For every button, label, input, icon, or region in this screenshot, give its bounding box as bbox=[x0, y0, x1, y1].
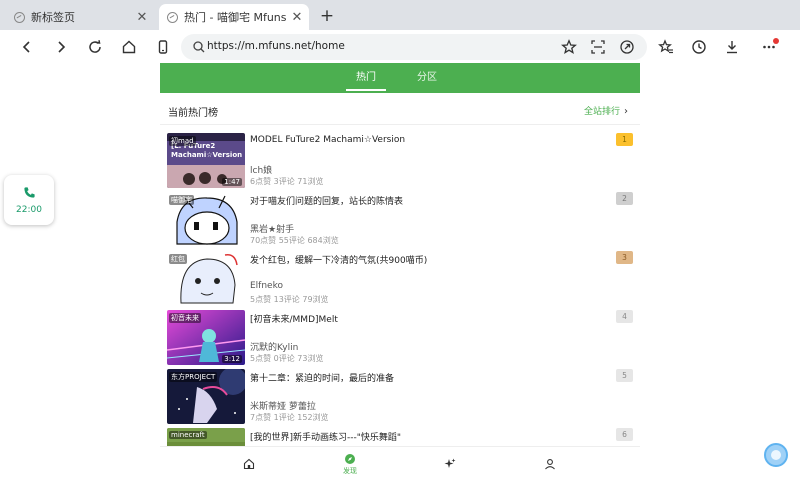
tab-zones[interactable]: 分区 bbox=[407, 63, 447, 93]
nav-home[interactable] bbox=[219, 447, 279, 480]
favorites-icon bbox=[658, 39, 673, 54]
thumbnail-tag: 初mad bbox=[169, 136, 196, 146]
tab-hot[interactable]: 热门 bbox=[346, 63, 386, 93]
thumbnail-tag: 喵御宅 bbox=[169, 195, 194, 205]
favorites-button[interactable] bbox=[655, 36, 677, 58]
sparkle-icon bbox=[444, 458, 456, 468]
video-author[interactable]: lch娘 bbox=[250, 163, 272, 176]
notification-dot bbox=[773, 38, 779, 44]
video-author[interactable]: 沉默的Kylin bbox=[250, 340, 298, 353]
mfuns-page: 热门 分区 当前热门榜 全站排行 › [L. FuTure2 Machami☆Ve… bbox=[160, 63, 640, 480]
nav-discover[interactable]: 发现 bbox=[320, 447, 380, 480]
site-ranking-label: 全站排行 bbox=[583, 107, 620, 117]
discover-icon bbox=[345, 453, 355, 464]
close-icon[interactable]: ✕ bbox=[134, 10, 150, 25]
video-row[interactable]: 红包 发个红包，缓解一下冷清的气氛(共900喵币) Elfneko 5点赞 13… bbox=[160, 251, 640, 306]
chevron-right-icon: › bbox=[624, 106, 628, 117]
new-tab-button[interactable]: + bbox=[318, 6, 336, 26]
history-button[interactable] bbox=[688, 36, 710, 58]
video-title[interactable]: [初音未来/MMD]Melt bbox=[250, 312, 600, 325]
video-title[interactable]: MODEL FuTure2 Machami☆Version bbox=[250, 135, 600, 145]
tab-favicon-icon bbox=[167, 11, 178, 23]
browser-toolbar: https://m.mfuns.net/home bbox=[0, 30, 800, 63]
video-duration: 1:47 bbox=[222, 178, 242, 186]
video-title[interactable]: 发个红包，缓解一下冷清的气氛(共900喵币) bbox=[250, 253, 600, 266]
rank-badge: 4 bbox=[616, 310, 633, 323]
phone-icon bbox=[158, 40, 168, 54]
video-stats: 70点赞 55评论 684浏览 bbox=[250, 236, 339, 245]
arrow-left-icon bbox=[22, 41, 30, 53]
close-icon[interactable]: ✕ bbox=[289, 10, 305, 25]
floating-assistant-ball[interactable] bbox=[764, 443, 788, 467]
thumbnail-tag: 东方PROJECT bbox=[169, 372, 218, 382]
floating-call-widget[interactable]: 22:00 bbox=[4, 175, 54, 225]
ranking-title: 当前热门榜 bbox=[168, 108, 218, 119]
call-time: 22:00 bbox=[16, 204, 42, 215]
browser-tab-newtab[interactable]: 新标签页 ✕ bbox=[6, 4, 154, 30]
tab-title: 新标签页 bbox=[31, 11, 75, 24]
address-bar[interactable]: https://m.mfuns.net/home bbox=[181, 34, 647, 60]
video-stats: 7点赞 1评论 152浏览 bbox=[250, 413, 329, 422]
tab-title: 热门 - 喵御宅 Mfuns bbox=[184, 11, 287, 24]
home-button[interactable] bbox=[118, 36, 140, 58]
video-row[interactable]: [L. FuTure2 Machami☆Version 初mad 1:47 MO… bbox=[160, 133, 640, 188]
video-title[interactable]: [我的世界]新手动画练习---"快乐舞蹈" bbox=[250, 430, 600, 443]
rank-badge: 5 bbox=[616, 369, 633, 382]
forward-button[interactable] bbox=[50, 36, 72, 58]
rank-badge: 3 bbox=[616, 251, 633, 264]
nav-discover-label: 发现 bbox=[343, 466, 357, 475]
rank-badge: 1 bbox=[616, 133, 633, 146]
user-icon bbox=[545, 459, 555, 470]
video-stats: 5点赞 13评论 79浏览 bbox=[250, 295, 329, 304]
video-title[interactable]: 第十二章：紧迫的时间，最后的准备 bbox=[250, 371, 600, 384]
site-ranking-link[interactable]: 全站排行 › bbox=[584, 104, 628, 117]
back-button[interactable] bbox=[16, 36, 38, 58]
rank-badge: 2 bbox=[616, 192, 633, 205]
tab-favicon-icon bbox=[14, 11, 25, 23]
download-icon bbox=[727, 41, 737, 54]
share-icon[interactable] bbox=[619, 39, 635, 55]
search-icon bbox=[193, 41, 205, 53]
reload-icon bbox=[89, 40, 101, 53]
arrow-right-icon bbox=[58, 41, 66, 53]
video-row[interactable]: 喵御宅 对于喵友们问题的回复，站长的陈情表 黑岩★射手 70点赞 55评论 68… bbox=[160, 192, 640, 247]
scan-icon[interactable] bbox=[590, 39, 606, 55]
thumbnail-tag: 初音未来 bbox=[169, 313, 201, 323]
video-thumbnail[interactable]: 东方PROJECT bbox=[167, 369, 245, 424]
reading-mode-button[interactable] bbox=[152, 36, 174, 58]
nav-profile[interactable] bbox=[520, 447, 580, 480]
thumbnail-tag: minecraft bbox=[169, 431, 207, 439]
video-thumbnail[interactable]: 红包 bbox=[167, 251, 245, 306]
video-thumbnail[interactable]: 喵御宅 bbox=[167, 192, 245, 247]
video-author[interactable]: Elfneko bbox=[250, 281, 283, 291]
nav-sparkle[interactable] bbox=[420, 447, 480, 480]
video-title[interactable]: 对于喵友们问题的回复，站长的陈情表 bbox=[250, 194, 600, 207]
downloads-button[interactable] bbox=[721, 36, 743, 58]
browser-tab-mfuns[interactable]: 热门 - 喵御宅 Mfuns ✕ bbox=[159, 4, 309, 30]
video-thumbnail[interactable]: [L. FuTure2 Machami☆Version 初mad 1:47 bbox=[167, 133, 245, 188]
rank-badge: 6 bbox=[616, 428, 633, 441]
video-duration: 3:12 bbox=[222, 355, 242, 363]
url-text[interactable]: https://m.mfuns.net/home bbox=[207, 40, 345, 52]
reload-button[interactable] bbox=[84, 36, 106, 58]
bottom-navigation: 发现 bbox=[160, 446, 640, 480]
browser-tab-strip: 新标签页 ✕ 热门 - 喵御宅 Mfuns ✕ + bbox=[0, 0, 800, 30]
video-stats: 6点赞 3评论 71浏览 bbox=[250, 177, 324, 186]
star-icon[interactable] bbox=[561, 39, 577, 55]
top-tab-bar: 热门 分区 bbox=[160, 63, 640, 93]
thumbnail-tag: 红包 bbox=[169, 254, 187, 264]
video-author[interactable]: 黑岩★射手 bbox=[250, 222, 294, 235]
video-author[interactable]: 米斯蒂娅 萝蕾拉 bbox=[250, 399, 316, 412]
phone-call-icon bbox=[23, 186, 35, 198]
video-thumbnail[interactable]: 初音未来 3:12 bbox=[167, 310, 245, 365]
home-icon bbox=[243, 458, 255, 470]
ranking-header: 当前热门榜 全站排行 › bbox=[160, 93, 640, 125]
video-stats: 5点赞 0评论 73浏览 bbox=[250, 354, 324, 363]
home-icon bbox=[122, 40, 136, 54]
clock-icon bbox=[692, 40, 706, 54]
video-row[interactable]: 东方PROJECT 第十二章：紧迫的时间，最后的准备 米斯蒂娅 萝蕾拉 7点赞 … bbox=[160, 369, 640, 424]
video-row[interactable]: 初音未来 3:12 [初音未来/MMD]Melt 沉默的Kylin 5点赞 0评… bbox=[160, 310, 640, 365]
